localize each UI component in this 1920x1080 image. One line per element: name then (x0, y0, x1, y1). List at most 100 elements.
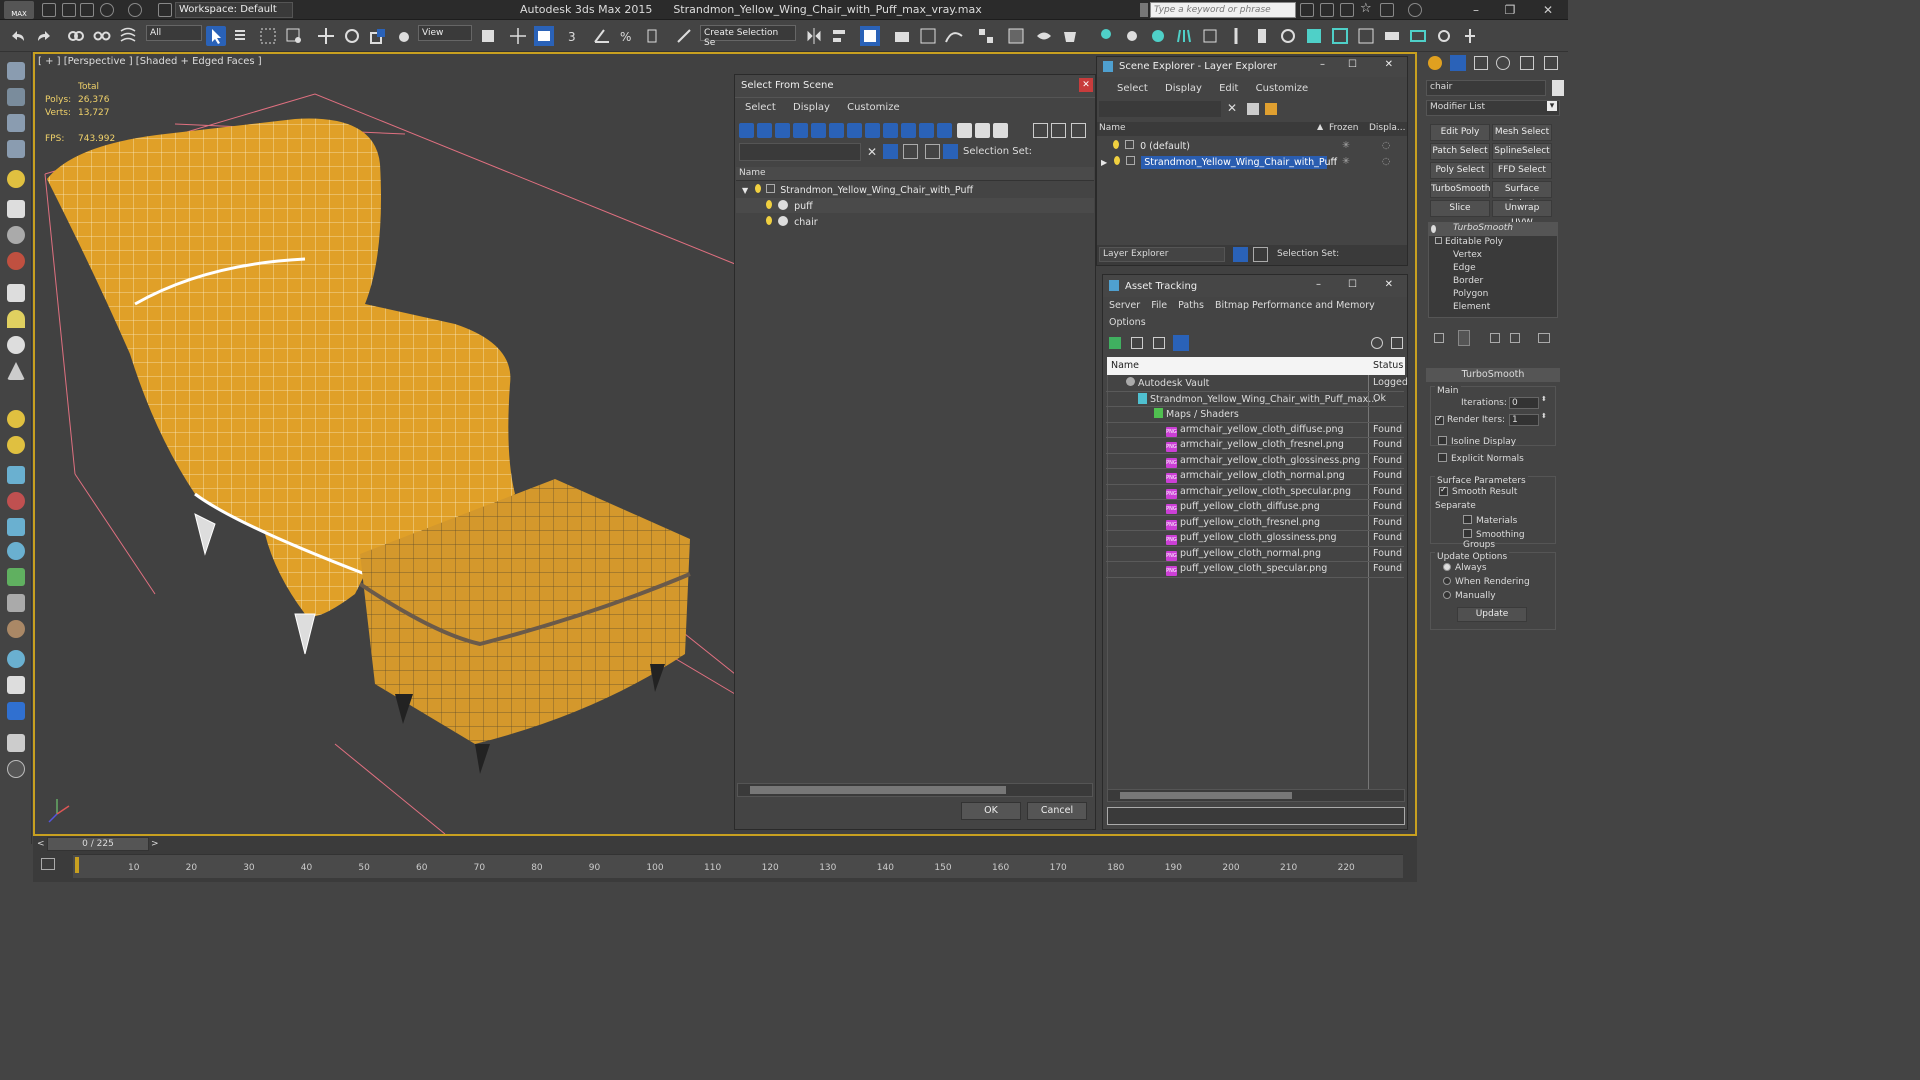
edit-named-selection-icon[interactable] (674, 26, 694, 46)
asset-row-maxfile[interactable]: Strandmon_Yellow_Wing_Chair_with_Puff_ma… (1106, 392, 1404, 407)
menu-display[interactable]: Display (1165, 83, 1202, 94)
object-name-input[interactable]: chair (1426, 80, 1546, 96)
table-view-icon[interactable] (1173, 335, 1189, 351)
smooth-result-row[interactable]: Smooth Result (1439, 487, 1517, 497)
maximize-button[interactable]: ❐ (1500, 2, 1520, 18)
add-to-layer-icon[interactable] (1265, 103, 1277, 115)
isoline-checkbox[interactable] (1438, 436, 1447, 445)
reactor-icon[interactable] (7, 518, 25, 536)
sphere-primitive-icon[interactable] (7, 336, 25, 354)
remove-modifier-icon[interactable] (1510, 333, 1520, 343)
explicit-normals-checkbox[interactable] (1438, 453, 1447, 462)
column-status[interactable]: Status (1373, 360, 1403, 371)
frozen-snowflake-icon[interactable]: ✳ (1342, 156, 1350, 167)
tree-row-puff[interactable]: puff (736, 198, 1094, 213)
vray-light-icon[interactable] (1096, 26, 1116, 46)
slice-button[interactable]: Slice (1430, 200, 1490, 217)
spinner-snap-icon[interactable] (644, 26, 664, 46)
reference-coordinate-dropdown[interactable]: View (418, 25, 472, 41)
stack-item-turbosmooth[interactable]: TurboSmooth (1429, 223, 1557, 236)
close-button[interactable]: ✕ (1385, 59, 1393, 70)
helper-icon[interactable] (7, 226, 25, 244)
layer-row-strandmon[interactable]: ▶ Strandmon_Yellow_Wing_Chair_with_Puff … (1097, 154, 1407, 169)
keyboard-shortcut-override-icon[interactable] (534, 26, 554, 46)
stack-item-editable-poly[interactable]: Editable Poly (1435, 237, 1503, 247)
maximize-button[interactable]: ☐ (1348, 59, 1357, 70)
stack-item-element[interactable]: Element (1453, 302, 1490, 312)
make-unique-icon[interactable] (1490, 333, 1500, 343)
column-frozen[interactable]: Frozen (1329, 123, 1359, 133)
manually-radio[interactable] (1443, 591, 1451, 599)
stack-icon[interactable] (925, 144, 940, 159)
display-containers-icon[interactable] (901, 123, 916, 138)
select-object-icon[interactable] (206, 26, 226, 46)
always-row[interactable]: Always (1443, 563, 1487, 573)
create-tab-icon[interactable] (1428, 56, 1442, 70)
modeling-ribbon-icon[interactable] (7, 62, 25, 80)
hair-fur-icon[interactable] (7, 594, 25, 612)
asset-row-png[interactable]: PNG puff_yellow_cloth_specular.png Found (1106, 562, 1404, 578)
spinner-arrows-icon[interactable]: ⬍ (1541, 395, 1547, 403)
name-column-header[interactable]: Name (736, 167, 1094, 181)
menu-display[interactable]: Display (793, 102, 830, 113)
graphite-toolbox-icon[interactable] (918, 26, 938, 46)
ffd-select-button[interactable]: FFD Select (1492, 162, 1552, 179)
close-button[interactable]: ✕ (1538, 2, 1558, 18)
undo-icon[interactable] (8, 26, 28, 46)
vray-dome-icon[interactable] (1148, 26, 1168, 46)
always-radio[interactable] (1443, 563, 1451, 571)
display-shapes-icon[interactable] (757, 123, 772, 138)
vray-toggle-icon[interactable] (1434, 26, 1454, 46)
close-button[interactable]: ✕ (1385, 279, 1393, 290)
globe-icon[interactable] (7, 542, 25, 560)
hierarchy-icon[interactable] (943, 144, 958, 159)
favorites-star-icon[interactable]: ☆ (1360, 2, 1374, 17)
menu-select[interactable]: Select (745, 102, 776, 113)
cancel-button[interactable]: Cancel (1027, 802, 1087, 820)
vray-fur-icon[interactable] (1174, 26, 1194, 46)
menu-select[interactable]: Select (1117, 83, 1148, 94)
asset-row-png[interactable]: PNG armchair_yellow_cloth_glossiness.png F… (1106, 454, 1404, 469)
explorer-type-dropdown[interactable]: Layer Explorer (1099, 247, 1225, 262)
window-crossing-icon[interactable] (284, 26, 304, 46)
viewport-label[interactable]: [ + ] [Perspective ] [Shaded + Edged Fac… (38, 56, 262, 67)
vray-material-icon[interactable] (1304, 26, 1324, 46)
mesh-select-button[interactable]: Mesh Select (1492, 124, 1552, 141)
rotate-icon[interactable] (342, 26, 362, 46)
display-space-warps-icon[interactable] (829, 123, 844, 138)
asset-row-vault[interactable]: Autodesk Vault Logged (1106, 376, 1408, 392)
menu-bitmap-performance[interactable]: Bitmap Performance and Memory (1215, 300, 1375, 311)
particle-icon[interactable] (7, 466, 25, 484)
help-search-input[interactable]: Type a keyword or phrase (1150, 2, 1296, 18)
align-icon[interactable] (830, 26, 850, 46)
modifier-list-dropdown[interactable]: Modifier List ▾ (1426, 100, 1560, 116)
time-slider[interactable]: 0 / 225 (47, 837, 149, 851)
cone-primitive-icon[interactable] (7, 362, 25, 380)
menu-server[interactable]: Server (1109, 300, 1140, 311)
filter-options-icon[interactable] (1051, 123, 1066, 138)
asset-row-png[interactable]: PNG puff_yellow_cloth_glossiness.png Found (1106, 531, 1404, 547)
poly-select-button[interactable]: Poly Select (1430, 162, 1490, 179)
find-input[interactable] (1099, 101, 1221, 117)
select-by-name-icon[interactable] (232, 26, 252, 46)
shapes-icon[interactable] (7, 200, 25, 218)
world-icon[interactable] (7, 650, 25, 668)
when-rendering-row[interactable]: When Rendering (1443, 577, 1530, 587)
show-end-result-icon[interactable] (1458, 330, 1470, 346)
new-layer-icon[interactable] (1247, 103, 1259, 115)
app-logo-icon[interactable]: MAX (4, 1, 34, 19)
render-iters-checkbox[interactable] (1435, 416, 1444, 425)
when-rendering-radio[interactable] (1443, 577, 1451, 585)
display-tab-icon[interactable] (1520, 56, 1534, 70)
utilities-tab-icon[interactable] (1544, 56, 1558, 70)
display-groups-icon[interactable] (847, 123, 862, 138)
refresh-icon[interactable] (1109, 337, 1121, 349)
vray-plane-icon[interactable] (1226, 26, 1246, 46)
freeform-icon[interactable] (7, 88, 25, 106)
asset-row-png[interactable]: PNG puff_yellow_cloth_normal.png Found (1106, 547, 1404, 562)
render-setup-icon[interactable] (1034, 26, 1054, 46)
horizontal-scrollbar[interactable] (737, 783, 1093, 797)
document-icon[interactable] (7, 734, 25, 752)
list-view-icon[interactable] (1131, 337, 1143, 349)
curve-editor-icon[interactable] (944, 26, 964, 46)
